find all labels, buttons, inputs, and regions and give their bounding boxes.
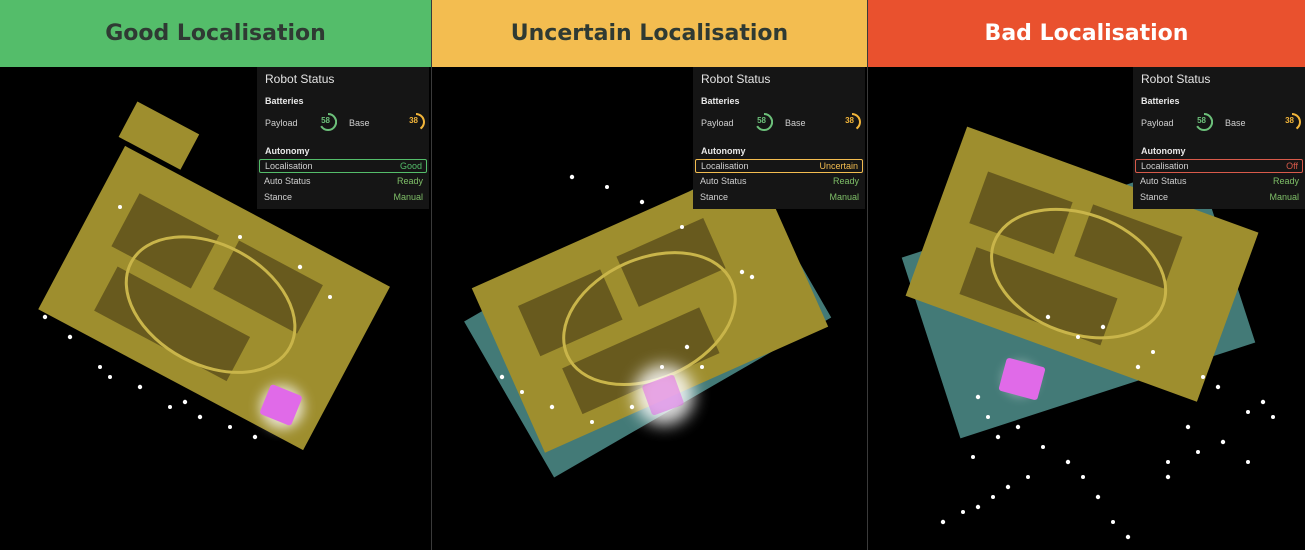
localisation-value: Uncertain bbox=[819, 161, 858, 171]
robot-status-panel: Robot Status Batteries Payload 58 Base 3… bbox=[693, 67, 865, 209]
status-title: Robot Status bbox=[265, 72, 335, 86]
status-title: Robot Status bbox=[701, 72, 771, 86]
payload-battery-value: 58 bbox=[1197, 116, 1206, 125]
base-battery-value: 38 bbox=[409, 116, 418, 125]
robot-status-panel: Robot Status Batteries Payload 58 Base 3… bbox=[1133, 67, 1305, 209]
robot-status-panel: Robot Status Batteries Payload 58 Base 3… bbox=[257, 67, 429, 209]
batteries-heading: Batteries bbox=[1141, 96, 1180, 106]
autonomy-heading: Autonomy bbox=[265, 146, 310, 156]
localisation-row[interactable]: Localisation Good bbox=[259, 159, 427, 173]
base-battery-gauge: 38 bbox=[843, 113, 861, 131]
stance-value: Manual bbox=[393, 192, 423, 202]
batteries-heading: Batteries bbox=[701, 96, 740, 106]
comparison-panels: Good Localisation Robot Status Batteries… bbox=[0, 0, 1305, 550]
base-label: Base bbox=[349, 118, 370, 128]
good-localisation-panel: Good Localisation Robot Status Batteries… bbox=[0, 0, 431, 550]
payload-battery-gauge: 58 bbox=[319, 112, 338, 131]
localisation-label: Localisation bbox=[265, 161, 313, 171]
base-battery-gauge: 38 bbox=[407, 113, 425, 131]
auto-status-label: Auto Status bbox=[264, 176, 311, 186]
base-battery-gauge: 38 bbox=[1283, 113, 1301, 131]
stance-value: Manual bbox=[1269, 192, 1299, 202]
autonomy-heading: Autonomy bbox=[701, 146, 746, 156]
auto-status-row[interactable]: Auto Status Ready bbox=[259, 175, 427, 189]
panel-header: Bad Localisation bbox=[868, 0, 1305, 67]
payload-battery-value: 58 bbox=[757, 116, 766, 125]
localisation-value: Off bbox=[1286, 161, 1298, 171]
stance-row[interactable]: Stance Manual bbox=[259, 191, 427, 205]
stance-row[interactable]: Stance Manual bbox=[695, 191, 863, 205]
payload-battery-value: 58 bbox=[321, 116, 330, 125]
auto-status-row[interactable]: Auto Status Ready bbox=[1135, 175, 1303, 189]
auto-status-row[interactable]: Auto Status Ready bbox=[695, 175, 863, 189]
stance-label: Stance bbox=[1140, 192, 1169, 202]
auto-status-label: Auto Status bbox=[1140, 176, 1187, 186]
status-title: Robot Status bbox=[1141, 72, 1211, 86]
auto-status-value: Ready bbox=[832, 176, 859, 186]
localisation-row[interactable]: Localisation Off bbox=[1135, 159, 1303, 173]
base-label: Base bbox=[785, 118, 806, 128]
localisation-label: Localisation bbox=[1141, 161, 1189, 171]
localisation-label: Localisation bbox=[701, 161, 749, 171]
payload-label: Payload bbox=[701, 118, 734, 128]
payload-battery-gauge: 58 bbox=[1195, 112, 1214, 131]
stance-label: Stance bbox=[264, 192, 293, 202]
stance-label: Stance bbox=[700, 192, 729, 202]
bad-localisation-panel: Bad Localisation Robot Status Batteries … bbox=[867, 0, 1305, 550]
batteries-heading: Batteries bbox=[265, 96, 304, 106]
base-battery-value: 38 bbox=[1285, 116, 1294, 125]
panel-header: Uncertain Localisation bbox=[432, 0, 867, 67]
localisation-row[interactable]: Localisation Uncertain bbox=[695, 159, 863, 173]
panel-header: Good Localisation bbox=[0, 0, 431, 67]
payload-label: Payload bbox=[1141, 118, 1174, 128]
autonomy-heading: Autonomy bbox=[1141, 146, 1186, 156]
base-label: Base bbox=[1225, 118, 1246, 128]
auto-status-label: Auto Status bbox=[700, 176, 747, 186]
stance-row[interactable]: Stance Manual bbox=[1135, 191, 1303, 205]
base-battery-value: 38 bbox=[845, 116, 854, 125]
auto-status-value: Ready bbox=[396, 176, 423, 186]
uncertain-localisation-panel: Uncertain Localisation Robot Status Batt… bbox=[431, 0, 867, 550]
payload-label: Payload bbox=[265, 118, 298, 128]
localisation-value: Good bbox=[399, 161, 422, 171]
payload-battery-gauge: 58 bbox=[755, 112, 774, 131]
stance-value: Manual bbox=[829, 192, 859, 202]
auto-status-value: Ready bbox=[1272, 176, 1299, 186]
